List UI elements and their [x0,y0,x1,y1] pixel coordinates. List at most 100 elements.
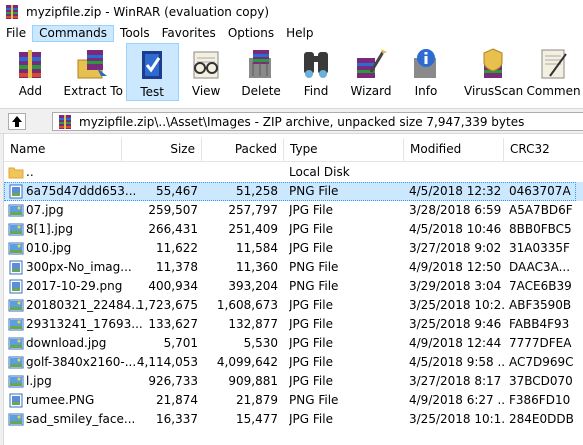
column-header-size[interactable]: Size [122,138,202,161]
view-label: View [191,84,221,98]
file-modified: 3/25/2018 9:46 ... [409,317,505,331]
file-crc32: A5A7BD6F [509,203,573,217]
file-type: JPG File [289,355,333,369]
file-crc32: 284E0DDB [509,412,574,426]
file-packed-size: 393,204 [228,279,278,293]
delete-button[interactable]: Delete [234,43,289,101]
jpg-file-icon [8,413,24,426]
delete-icon [249,50,272,78]
file-row[interactable]: download.jpg 5,701 5,530 JPG File 4/9/2018 1… [4,334,583,353]
file-row[interactable]: 8[1].jpg 266,431 251,409 JPG File 4/5/2018 1… [4,220,583,239]
file-modified: 3/25/2018 10:1... [409,412,505,426]
wizard-label: Wizard [350,84,392,98]
file-packed-size: 5,530 [243,336,278,350]
file-row[interactable]: 010.jpg 11,622 11,584 JPG File 3/27/2018 9:0… [4,239,583,258]
virusscan-label: VirusScan [464,84,524,98]
find-button[interactable]: Find [289,43,344,101]
file-size [124,163,198,182]
column-header-packed[interactable]: Packed [202,138,284,161]
file-row[interactable]: 300px-No_imag... 11,378 11,360 PNG File 4/9/… [4,258,583,277]
file-type: JPG File [289,222,333,236]
file-packed-size: 132,877 [228,317,278,331]
info-label: Info [414,84,438,98]
archive-path-field[interactable]: myzipfile.zip\..\Asset\Images - ZIP arch… [52,112,583,131]
menu-tools[interactable]: Tools [114,25,156,42]
comment-icon [541,49,567,79]
menu-favorites[interactable]: Favorites [156,25,222,42]
file-size: 133,627 [148,317,198,331]
file-packed-size: 4,099,642 [216,355,278,369]
test-icon [142,51,163,79]
file-row[interactable]: l.jpg 926,733 909,881 JPG File 3/27/2018 8:1… [4,372,583,391]
file-row[interactable]: 20180321_22484... 1,723,675 1,608,673 JPG F… [4,296,583,315]
file-modified: 4/9/2018 6:27 ... [409,393,505,407]
file-packed-size: 257,797 [228,203,278,217]
up-arrow-icon [12,116,22,127]
file-modified: 3/27/2018 9:02 ... [409,241,505,255]
folder-icon [8,167,24,179]
file-row[interactable]: 29313241_17693... 133,627 132,877 JPG File 3… [4,315,583,334]
wizard-button[interactable]: Wizard [344,43,399,101]
jpg-file-icon [8,375,24,388]
file-crc32: 7777DFEA [509,336,572,350]
winrar-app-icon[interactable] [4,4,20,20]
file-modified: 4/5/2018 9:58 ... [409,355,505,369]
file-crc32: F386FD10 [509,393,571,407]
file-crc32: DAAC3A... [509,260,571,274]
toolbar-separator [453,43,463,103]
menu-file[interactable]: File [0,25,32,42]
menu-commands[interactable]: Commands [32,24,115,42]
parent-folder-row[interactable]: .. Local Disk [4,163,583,182]
file-type: JPG File [289,412,333,426]
add-button[interactable]: Add [0,43,61,101]
file-size: 400,934 [148,279,198,293]
window-title: myzipfile.zip - WinRAR (evaluation copy) [26,5,270,19]
file-list: Name Size Packed Type Modified CRC32 .. L… [4,138,583,445]
file-modified: 4/5/2018 12:32 ... [409,184,505,198]
column-header-type[interactable]: Type [284,138,404,161]
file-crc32: AC7D969C [509,355,574,369]
file-packed-size: 11,360 [236,260,278,274]
file-crc32: 0463707A [509,184,571,198]
png-file-icon [9,260,23,275]
up-one-level-button[interactable] [8,113,26,130]
menu-help[interactable]: Help [280,25,319,42]
address-bar: myzipfile.zip\..\Asset\Images - ZIP arch… [0,108,583,134]
column-header-name[interactable]: Name [4,138,122,161]
file-packed-size [200,163,278,182]
view-button[interactable]: View [179,43,234,101]
file-crc32: 8BB0FBC5 [509,222,572,236]
jpg-file-icon [8,299,24,312]
png-file-icon [9,184,23,199]
file-packed-size: 11,584 [236,241,278,255]
file-row[interactable]: sad_smiley_face... 16,337 15,477 JPG File 3/… [4,410,583,429]
view-icon [193,51,219,79]
file-type: JPG File [289,298,333,312]
jpg-file-icon [8,356,24,369]
file-packed-size: 21,879 [236,393,278,407]
file-size: 11,378 [156,260,198,274]
comment-button[interactable]: Commen [524,43,583,101]
extract-to-button[interactable]: Extract To [61,43,126,101]
column-header-crc32[interactable]: CRC32 [504,138,583,161]
extract-to-icon [77,50,108,79]
file-row[interactable]: 2017-10-29.png 400,934 393,204 PNG File 3/29… [4,277,583,296]
file-size: 21,874 [156,393,198,407]
test-button[interactable]: Test [125,43,179,101]
file-packed-size: 15,477 [236,412,278,426]
column-header-modified[interactable]: Modified [404,138,504,161]
menu-options[interactable]: Options [222,25,280,42]
virusscan-button[interactable]: VirusScan [463,43,524,101]
file-row[interactable]: 07.jpg 259,507 257,797 JPG File 3/28/2018 6:… [4,201,583,220]
file-row[interactable]: rumee.PNG 21,874 21,879 PNG File 4/9/2018 6:… [4,391,583,410]
info-button[interactable]: Info [398,43,453,101]
comment-label: Commen [526,84,581,98]
file-row[interactable]: golf-3840x2160-... 4,114,053 4,099,642 JPG … [4,353,583,372]
file-packed-size: 251,409 [228,222,278,236]
file-row[interactable]: 6a75d47ddd653... 55,467 51,258 PNG File 4/5/… [4,182,583,201]
jpg-file-icon [8,223,24,236]
jpg-file-icon [8,204,24,217]
file-crc32: 37BCD070 [509,374,573,388]
wizard-icon [356,49,387,78]
file-type: Local Disk [289,165,350,179]
